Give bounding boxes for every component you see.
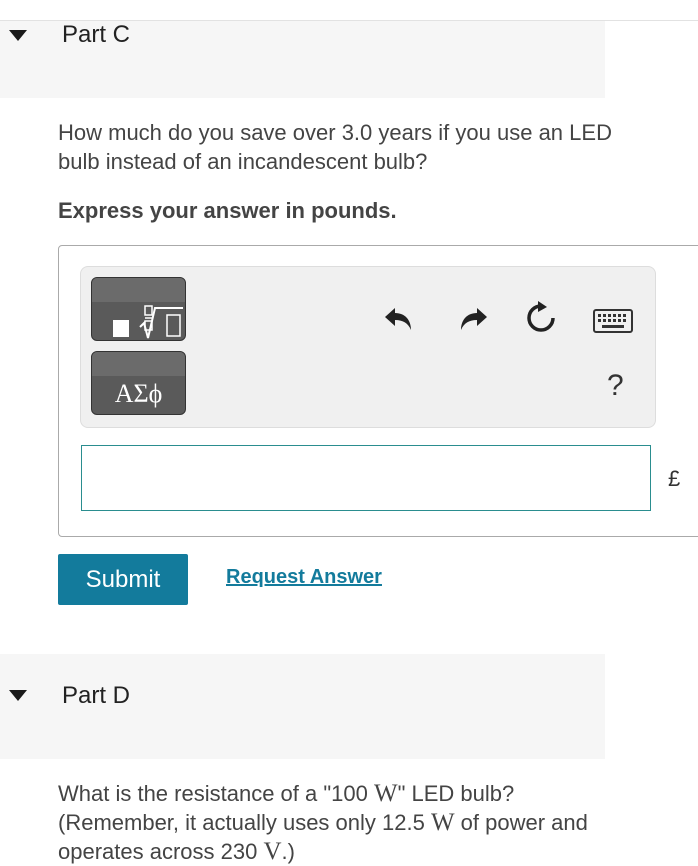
question-text: What is the resistance of a "100 (58, 781, 374, 806)
part-c-header[interactable]: Part C (0, 21, 605, 98)
templates-button[interactable] (91, 277, 186, 341)
symbols-button[interactable]: ΑΣϕ (91, 351, 186, 415)
part-c-title: Part C (62, 21, 131, 48)
part-d-title: Part D (62, 682, 131, 709)
undo-icon[interactable] (381, 299, 417, 335)
part-c-question: How much do you save over 3.0 years if y… (58, 120, 612, 174)
part-d-header[interactable]: Part D (0, 654, 605, 759)
unit-symbol: W (373, 780, 398, 807)
answer-panel: ΑΣϕ ? £ (58, 245, 698, 537)
redo-icon[interactable] (455, 299, 491, 335)
keyboard-icon[interactable] (593, 309, 633, 333)
reset-icon[interactable] (523, 300, 559, 336)
collapse-caret-icon[interactable] (9, 690, 27, 701)
unit-label: £ (668, 466, 681, 491)
unit-symbol: W (430, 809, 455, 836)
question-text: .) (281, 839, 295, 864)
math-toolbar: ΑΣϕ ? (80, 266, 656, 428)
greek-symbols-label: ΑΣϕ (114, 379, 163, 408)
unit-symbol: V (263, 838, 282, 865)
answer-instruction: Express your answer in pounds. (58, 198, 397, 223)
request-answer-link[interactable]: Request Answer (226, 566, 382, 589)
collapse-caret-icon[interactable] (9, 30, 27, 41)
submit-button[interactable]: Submit (58, 554, 188, 605)
templates-sqrt-icon (113, 305, 183, 339)
part-d-question: What is the resistance of a "100 W" LED … (58, 779, 618, 866)
answer-input[interactable] (81, 445, 651, 511)
help-button[interactable]: ? (607, 369, 624, 403)
